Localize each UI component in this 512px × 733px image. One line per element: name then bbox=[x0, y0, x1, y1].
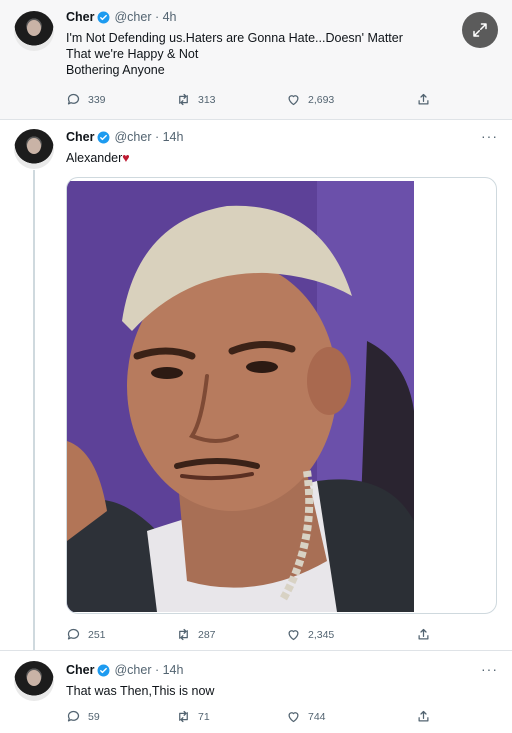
tweet-1[interactable]: Cher @cher · 4h I'm Not Defending us.Hat… bbox=[0, 0, 512, 120]
share-button[interactable] bbox=[416, 92, 438, 107]
more-button[interactable]: ··· bbox=[481, 661, 498, 677]
more-icon: ··· bbox=[481, 128, 498, 144]
share-button[interactable] bbox=[416, 627, 438, 642]
tweet-text-content: That was Then,This is now bbox=[66, 684, 215, 698]
author-handle-time[interactable]: @cher · 14h bbox=[114, 130, 183, 144]
tweet-actions: 339 313 2,693 bbox=[66, 92, 446, 107]
tweet-text-line: That we're Happy & Not bbox=[66, 47, 199, 61]
tweet-text: I'm Not Defending us.Haters are Gonna Ha… bbox=[66, 30, 403, 78]
like-count: 744 bbox=[308, 710, 326, 723]
expand-button[interactable] bbox=[462, 12, 498, 48]
reply-icon bbox=[67, 93, 80, 105]
share-icon bbox=[418, 93, 429, 105]
more-icon: ··· bbox=[481, 661, 498, 677]
tweet-actions: 251 287 2,345 bbox=[66, 627, 446, 642]
heart-emoji: ♥ bbox=[122, 151, 130, 165]
media-card[interactable] bbox=[66, 177, 497, 614]
retweet-icon bbox=[179, 710, 188, 723]
tweet-photo[interactable] bbox=[67, 181, 414, 612]
share-button[interactable] bbox=[416, 709, 438, 724]
retweet-icon bbox=[179, 93, 188, 106]
portrait-illustration bbox=[67, 181, 414, 612]
author-handle-time[interactable]: @cher · 4h bbox=[114, 10, 176, 24]
verified-badge-icon bbox=[98, 664, 110, 676]
like-count: 2,693 bbox=[308, 93, 335, 106]
retweet-icon bbox=[179, 628, 188, 641]
tweet-header: Cher @cher · 4h bbox=[66, 10, 177, 24]
tweet-text-content: Alexander bbox=[66, 151, 123, 165]
tweet-text-line: I'm Not Defending us.Haters are Gonna Ha… bbox=[66, 31, 403, 45]
retweet-button[interactable]: 313 bbox=[176, 92, 286, 107]
avatar[interactable] bbox=[14, 661, 54, 701]
like-count: 2,345 bbox=[308, 628, 335, 641]
retweet-count: 71 bbox=[198, 710, 210, 723]
share-icon bbox=[418, 628, 429, 640]
like-icon bbox=[288, 630, 299, 641]
reply-icon bbox=[67, 710, 80, 722]
retweet-count: 287 bbox=[198, 628, 216, 641]
verified-badge-icon bbox=[98, 11, 110, 23]
verified-badge-icon bbox=[98, 131, 110, 143]
like-icon bbox=[288, 95, 299, 106]
reply-button[interactable]: 251 bbox=[66, 627, 176, 642]
reply-count: 251 bbox=[88, 628, 106, 641]
tweet-actions: 59 71 744 bbox=[66, 709, 446, 724]
tweet-header: Cher @cher · 14h bbox=[66, 663, 183, 677]
author-name[interactable]: Cher bbox=[66, 663, 94, 677]
retweet-count: 313 bbox=[198, 93, 216, 106]
tweet-text: Alexander♥ bbox=[66, 150, 130, 166]
reply-icon bbox=[67, 628, 80, 640]
tweet-text-line: Bothering Anyone bbox=[66, 63, 165, 77]
expand-icon bbox=[473, 23, 487, 37]
reply-count: 339 bbox=[88, 93, 106, 106]
reply-button[interactable]: 339 bbox=[66, 92, 176, 107]
author-handle-time[interactable]: @cher · 14h bbox=[114, 663, 183, 677]
tweet-header: Cher @cher · 14h bbox=[66, 130, 183, 144]
reply-count: 59 bbox=[88, 710, 100, 723]
retweet-button[interactable]: 71 bbox=[176, 709, 286, 724]
like-button[interactable]: 744 bbox=[286, 709, 416, 724]
like-button[interactable]: 2,693 bbox=[286, 92, 416, 107]
like-icon bbox=[288, 712, 299, 723]
reply-button[interactable]: 59 bbox=[66, 709, 176, 724]
thread-connector bbox=[33, 170, 35, 650]
avatar[interactable] bbox=[14, 11, 54, 51]
more-button[interactable]: ··· bbox=[481, 128, 498, 144]
author-name[interactable]: Cher bbox=[66, 10, 94, 24]
retweet-button[interactable]: 287 bbox=[176, 627, 286, 642]
tweet-3[interactable]: Cher @cher · 14h ··· That was Then,This … bbox=[0, 650, 512, 733]
like-button[interactable]: 2,345 bbox=[286, 627, 416, 642]
author-name[interactable]: Cher bbox=[66, 130, 94, 144]
tweet-text: That was Then,This is now bbox=[66, 683, 214, 699]
avatar[interactable] bbox=[14, 129, 54, 169]
share-icon bbox=[418, 710, 429, 722]
